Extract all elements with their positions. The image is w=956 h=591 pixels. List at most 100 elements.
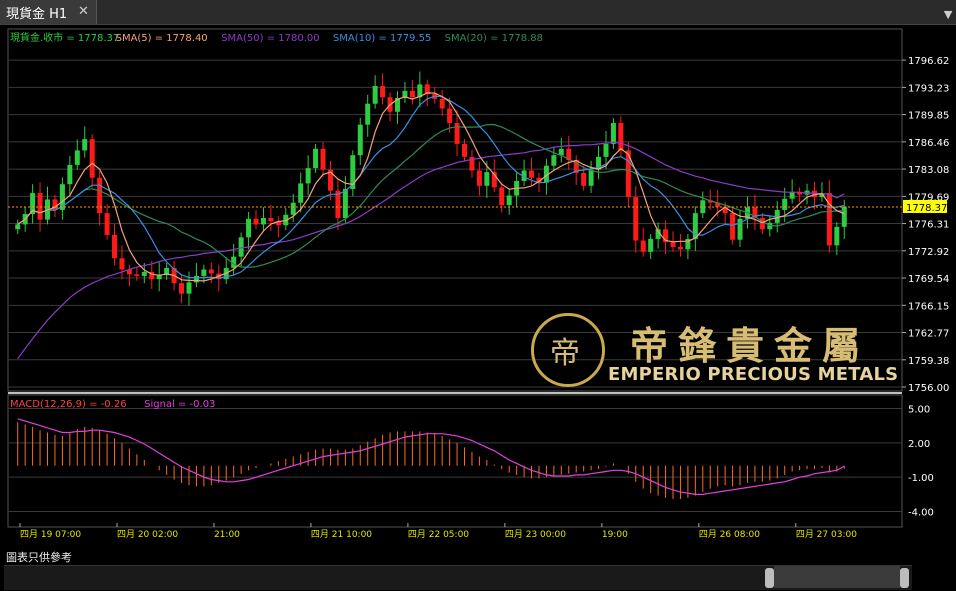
candle-body	[409, 90, 415, 98]
scrollbar-left-handle[interactable]	[765, 568, 774, 588]
tab-menu-icon[interactable]: ▁ ▼	[944, 3, 952, 21]
candle-body	[789, 192, 795, 199]
candle-body	[246, 218, 252, 238]
macd-tick-label: 5.00	[908, 404, 930, 415]
candle-body	[499, 187, 505, 206]
price-chart[interactable]: 1796.621793.231789.851786.461783.081779.…	[0, 25, 956, 545]
macd-legend-label: MACD(12,26,9) = -0.26	[10, 399, 127, 410]
time-tick-label: 四月 27 03:00	[796, 529, 857, 540]
candle-body	[67, 164, 73, 185]
candle-body	[380, 86, 386, 98]
candle-body	[633, 197, 639, 241]
price-tick-label: 1759.38	[908, 356, 949, 367]
candle-body	[179, 283, 185, 294]
current-price-label: 1778.37	[906, 203, 947, 214]
time-tick-label: 四月 23 00:00	[505, 529, 566, 540]
legend-item: SMA(5) = 1778.40	[116, 33, 208, 44]
price-tick-label: 1789.85	[908, 111, 949, 122]
price-tick-label: 1783.08	[908, 165, 949, 176]
candle-body	[603, 143, 609, 157]
candle-body	[305, 168, 311, 184]
time-tick-label: 四月 19 07:00	[20, 529, 81, 540]
time-tick-label: 四月 21 10:00	[311, 529, 372, 540]
logo-mark: 帝	[550, 336, 580, 371]
candle-body	[677, 246, 683, 250]
candle-body	[89, 139, 95, 178]
candle-body	[208, 269, 214, 274]
candle-body	[357, 124, 363, 156]
logo-english-name: EMPERIO PRECIOUS METALS	[608, 364, 899, 385]
macd-tick-label: 2.00	[908, 439, 930, 450]
chart-tab[interactable]: 現貨金 H1 ✕	[0, 0, 97, 24]
candle-body	[551, 155, 557, 166]
candle-body	[260, 218, 266, 225]
legend-item: 現貨金.收市 = 1778.37	[10, 31, 119, 44]
macd-signal-legend: Signal = -0.03	[144, 399, 215, 410]
time-tick-label: 19:00	[602, 530, 628, 540]
macd-tick-label: -4.00	[908, 508, 934, 519]
candle-body	[74, 150, 80, 165]
signal-line	[17, 418, 845, 495]
time-tick-label: 四月 22 05:00	[408, 529, 469, 540]
price-tick-label: 1796.62	[908, 56, 949, 67]
candle-body	[141, 271, 147, 276]
scrollbar-right-handle[interactable]	[900, 568, 909, 588]
candle-body	[37, 193, 43, 220]
candle-body	[476, 170, 482, 186]
legend-item: SMA(10) = 1779.55	[333, 33, 431, 44]
legend-item: SMA(50) = 1780.00	[221, 33, 319, 44]
candle-body	[759, 218, 765, 230]
candle-body	[342, 189, 348, 218]
candle-body	[313, 148, 319, 169]
price-tick-label: 1762.77	[908, 329, 949, 340]
candle-body	[841, 206, 847, 227]
candle-body	[82, 139, 88, 151]
price-tick-label: 1776.31	[908, 220, 949, 231]
candle-body	[484, 172, 490, 186]
candle-body	[104, 213, 110, 235]
candle-body	[648, 238, 654, 252]
candle-body	[610, 123, 616, 144]
time-tick-label: 21:00	[214, 530, 240, 540]
candle-body	[15, 224, 21, 230]
time-tick-label: 四月 26 08:00	[699, 529, 760, 540]
candle-body	[298, 183, 304, 203]
price-tick-label: 1769.54	[908, 274, 949, 285]
macd-pane-border	[7, 394, 903, 528]
price-tick-label: 1793.23	[908, 83, 949, 94]
candle-body	[268, 218, 274, 222]
disclaimer-text: 圖表只供參考	[6, 551, 72, 564]
candle-body	[201, 269, 207, 276]
time-tick-label: 四月 20 02:00	[117, 529, 178, 540]
candle-body	[439, 98, 445, 109]
candle-body	[588, 169, 594, 186]
candle-body	[186, 282, 192, 294]
price-tick-label: 1772.92	[908, 247, 949, 258]
candle-body	[320, 148, 326, 170]
candle-body	[618, 123, 624, 151]
candle-body	[782, 198, 788, 210]
candle-body	[97, 177, 103, 214]
candle-body	[462, 143, 468, 157]
candle-body	[670, 242, 676, 247]
candle-body	[506, 195, 512, 206]
candle-body	[119, 258, 125, 270]
macd-tick-label: -1.00	[908, 473, 934, 484]
sma5-line	[17, 92, 845, 282]
candle-body	[834, 226, 840, 246]
candle-body	[447, 108, 453, 124]
candle-body	[253, 218, 259, 225]
price-tick-label: 1786.46	[908, 138, 949, 149]
candle-body	[730, 213, 736, 240]
tab-bar: 現貨金 H1 ✕ ▁ ▼	[0, 0, 956, 25]
close-icon[interactable]: ✕	[78, 4, 89, 19]
candle-body	[112, 234, 118, 259]
candle-body	[529, 170, 535, 178]
candle-body	[640, 240, 646, 252]
price-tick-label: 1766.15	[908, 301, 949, 312]
scrollbar-window[interactable]	[774, 566, 900, 588]
candle-body	[581, 172, 587, 186]
candle-body	[372, 86, 378, 104]
logo-chinese-name: 帝鋒貴金屬	[630, 323, 871, 368]
candle-body	[290, 202, 296, 215]
